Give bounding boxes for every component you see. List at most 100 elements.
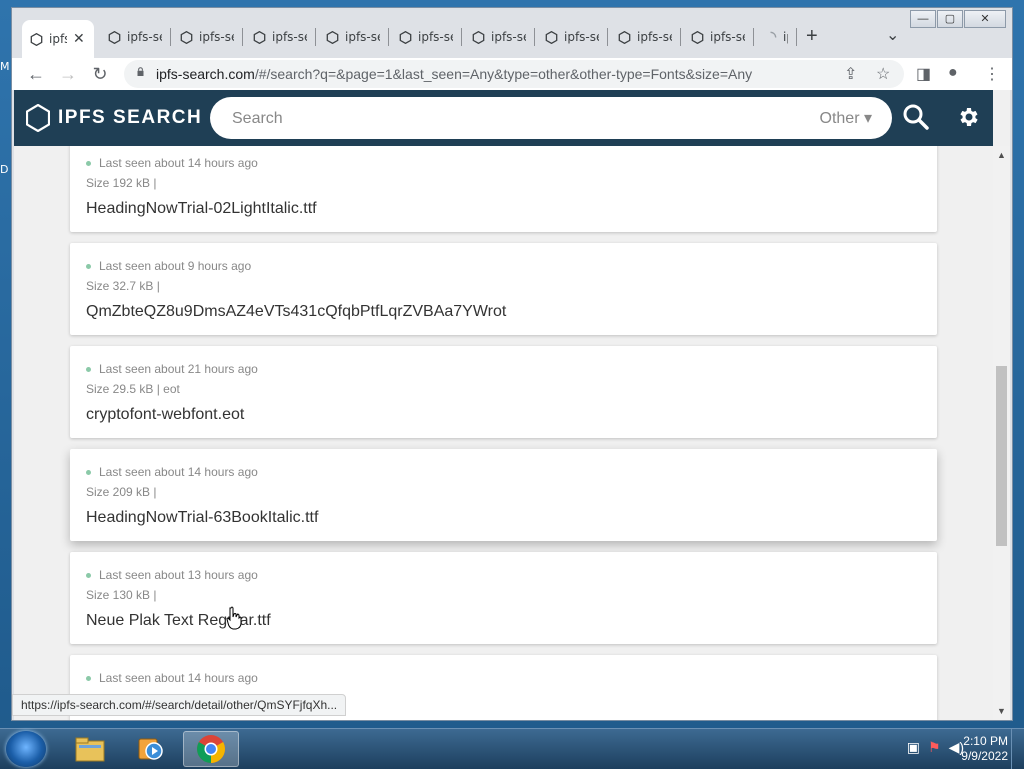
result-card[interactable]: Last seen about 13 hours ago Size 130 kB… bbox=[70, 552, 937, 644]
tab-title: ipfs-se bbox=[345, 30, 380, 44]
search-input[interactable] bbox=[230, 107, 754, 131]
last-seen: Last seen about 9 hours ago bbox=[86, 259, 251, 273]
ipfs-hex-icon bbox=[545, 30, 558, 44]
file-explorer-taskbar-icon[interactable] bbox=[62, 731, 118, 767]
status-dot bbox=[86, 160, 91, 166]
ipfs-hex-icon bbox=[180, 30, 193, 44]
tab[interactable]: ipfs-se bbox=[245, 22, 315, 52]
folder-icon bbox=[75, 737, 105, 762]
maximize-button[interactable]: ▢ bbox=[937, 10, 963, 28]
browser-window: ipfs ✕ ipfs-se ipfs-se ipfs-se ipfs-se i… bbox=[12, 8, 1012, 720]
tab-separator bbox=[388, 28, 389, 46]
share-icon[interactable]: ⇪ bbox=[844, 64, 857, 84]
gear-icon[interactable] bbox=[956, 105, 980, 129]
tab-title: ipfs-se bbox=[710, 30, 745, 44]
tab-title: ip bbox=[783, 30, 788, 44]
type-select[interactable]: Other ▾ bbox=[820, 108, 873, 128]
tab-search-button[interactable]: ⌄ bbox=[886, 25, 899, 45]
app-header: IPFS SEARCH Other ▾ bbox=[14, 90, 993, 146]
url-path: /#/search?q=&page=1&last_seen=Any&type=o… bbox=[254, 66, 753, 82]
status-dot bbox=[86, 263, 91, 269]
result-card[interactable]: Last seen about 14 hours ago Size 209 kB… bbox=[70, 449, 937, 541]
desktop-icon-label: D bbox=[0, 163, 9, 176]
network-icon[interactable]: ▣ bbox=[907, 739, 920, 756]
tab-separator bbox=[315, 28, 316, 46]
result-card[interactable]: Last seen about 9 hours ago Size 32.7 kB… bbox=[70, 243, 937, 335]
media-player-taskbar-icon[interactable] bbox=[122, 731, 178, 767]
tab-separator bbox=[170, 28, 171, 46]
forward-arrow-icon[interactable]: → bbox=[56, 62, 80, 86]
clock[interactable]: 2:10 PM 9/9/2022 bbox=[961, 734, 1008, 764]
scroll-down-arrow[interactable]: ▼ bbox=[997, 706, 1006, 716]
show-desktop-button[interactable] bbox=[1011, 729, 1024, 769]
tab-separator bbox=[242, 28, 243, 46]
search-icon[interactable] bbox=[902, 103, 930, 131]
tab-title: ipfs-se bbox=[564, 30, 599, 44]
tab[interactable]: ipfs-se bbox=[391, 22, 461, 52]
ipfs-hex-icon bbox=[326, 30, 339, 44]
new-tab-button[interactable]: + bbox=[806, 25, 818, 48]
tab-loading[interactable]: ip bbox=[756, 22, 796, 52]
link-status-bar: https://ipfs-search.com/#/search/detail/… bbox=[12, 694, 347, 716]
tab[interactable]: ipfs-se bbox=[610, 22, 680, 52]
tab-separator bbox=[753, 28, 754, 46]
tab-separator bbox=[461, 28, 462, 46]
result-card[interactable]: Last seen about 21 hours ago Size 29.5 k… bbox=[70, 346, 937, 438]
last-seen: Last seen about 14 hours ago bbox=[86, 156, 258, 170]
close-window-button[interactable]: ✕ bbox=[964, 10, 1006, 28]
file-size: Size 130 kB | bbox=[86, 588, 157, 602]
action-center-flag-icon[interactable]: ⚑ bbox=[928, 739, 941, 756]
page-scrollbar[interactable]: ▲ ▼ bbox=[993, 146, 1010, 720]
tab[interactable]: ipfs-se bbox=[172, 22, 242, 52]
close-tab-icon[interactable]: ✕ bbox=[73, 31, 85, 47]
clock-time: 2:10 PM bbox=[963, 734, 1008, 748]
status-dot bbox=[86, 469, 91, 475]
ipfs-hex-icon bbox=[30, 32, 43, 46]
minimize-button[interactable]: — bbox=[910, 10, 936, 28]
system-tray: ▣ ⚑ ◀) bbox=[907, 739, 964, 756]
hand-cursor-icon bbox=[226, 606, 242, 630]
profile-avatar-icon[interactable]: ● bbox=[948, 64, 958, 82]
windows-start-button[interactable] bbox=[6, 731, 46, 767]
ipfs-search-logo[interactable]: IPFS SEARCH bbox=[26, 104, 202, 132]
tab-separator bbox=[607, 28, 608, 46]
file-name[interactable]: Neue Plak Text Regular.ttf bbox=[86, 612, 271, 630]
tab-title: ipfs-se bbox=[491, 30, 526, 44]
kebab-menu-icon[interactable]: ⋮ bbox=[984, 64, 1000, 84]
last-seen-text: Last seen about 9 hours ago bbox=[99, 259, 252, 273]
tab-title: ipfs-se bbox=[637, 30, 672, 44]
results-list: Last seen about 14 hours ago Size 192 kB… bbox=[14, 146, 993, 720]
file-size: Size 32.7 kB | bbox=[86, 279, 160, 293]
ipfs-hex-icon bbox=[691, 30, 704, 44]
back-arrow-icon[interactable]: ← bbox=[24, 62, 48, 86]
file-name[interactable]: HeadingNowTrial-02LightItalic.ttf bbox=[86, 200, 317, 218]
browser-toolbar: ← → ↻ ipfs-search.com/#/search?q=&page=1… bbox=[12, 58, 1012, 90]
scroll-thumb[interactable] bbox=[996, 366, 1007, 546]
tab[interactable]: ipfs-se bbox=[100, 22, 170, 52]
file-name[interactable]: cryptofont-webfont.eot bbox=[86, 406, 244, 424]
file-name[interactable]: QmZbteQZ8u9DmsAZ4eVTs431cQfqbPtfLqrZVBAa… bbox=[86, 303, 506, 321]
address-bar[interactable]: ipfs-search.com/#/search?q=&page=1&last_… bbox=[124, 60, 904, 88]
window-controls: — ▢ ✕ bbox=[909, 10, 1006, 28]
tab[interactable]: ipfs-se bbox=[318, 22, 388, 52]
file-size: Size 192 kB | bbox=[86, 176, 157, 190]
reload-icon[interactable]: ↻ bbox=[88, 62, 112, 86]
search-box: Other ▾ bbox=[210, 97, 892, 139]
logo-text: IPFS SEARCH bbox=[58, 107, 203, 128]
chrome-taskbar-icon[interactable] bbox=[183, 731, 239, 767]
tab-active[interactable]: ipfs ✕ bbox=[22, 20, 94, 58]
side-panel-icon[interactable]: ◨ bbox=[916, 64, 931, 84]
tab-separator bbox=[534, 28, 535, 46]
address-url[interactable]: ipfs-search.com/#/search?q=&page=1&last_… bbox=[156, 66, 752, 82]
result-card[interactable]: Last seen about 14 hours ago Size 192 kB… bbox=[70, 146, 937, 232]
tab[interactable]: ipfs-se bbox=[537, 22, 607, 52]
file-name[interactable]: HeadingNowTrial-63BookItalic.ttf bbox=[86, 509, 318, 527]
media-player-icon bbox=[138, 738, 163, 760]
bookmark-star-icon[interactable]: ☆ bbox=[876, 64, 890, 84]
last-seen-text: Last seen about 21 hours ago bbox=[99, 362, 258, 376]
tab[interactable]: ipfs-se bbox=[464, 22, 534, 52]
last-seen-text: Last seen about 14 hours ago bbox=[99, 465, 258, 479]
tab-separator bbox=[796, 28, 797, 46]
tab[interactable]: ipfs-se bbox=[683, 22, 753, 52]
scroll-up-arrow[interactable]: ▲ bbox=[997, 150, 1006, 160]
